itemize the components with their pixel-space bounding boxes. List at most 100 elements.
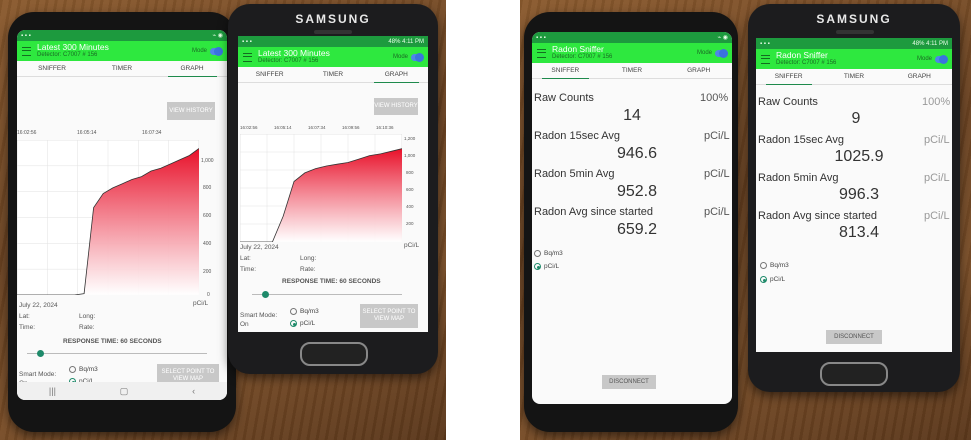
- app-bar: Radon Sniffer Detector: C7007 # 156 Mode: [532, 43, 732, 63]
- time-label: Time:: [19, 324, 36, 331]
- brand-logo: SAMSUNG: [295, 12, 371, 26]
- status-bar: ▪ ▪ ▪ ⌁ ◉: [17, 30, 227, 41]
- disconnect-button[interactable]: DISCONNECT: [602, 375, 656, 389]
- select-point-map-button[interactable]: SELECT POINT TO VIEW MAP: [360, 304, 418, 328]
- radon-area-chart: [240, 134, 402, 242]
- time-tick: 16:02:56: [240, 125, 258, 130]
- photo-sniffer-phones: ▪ ▪ ▪ ⌁ ◉ Radon Sniffer Detector: C7007 …: [520, 0, 971, 440]
- app-title: Latest 300 Minutes: [37, 42, 109, 53]
- response-time-slider[interactable]: [27, 350, 207, 357]
- mode-label: Mode: [191, 48, 207, 54]
- radio-bqm3[interactable]: Bq/m3: [534, 250, 563, 257]
- raw-counts-label: Raw Counts: [758, 96, 818, 108]
- smart-mode-label: Smart Mode:: [19, 371, 57, 378]
- avg15-label: Radon 15sec Avg: [758, 134, 845, 146]
- tab-timer[interactable]: TIMER: [599, 63, 666, 78]
- percent-label: 100%: [922, 96, 951, 108]
- tab-timer[interactable]: TIMER: [821, 69, 886, 84]
- y-tick: 400: [406, 204, 414, 209]
- menu-icon[interactable]: [22, 46, 31, 56]
- time-tick: 16:05:14: [77, 130, 97, 136]
- unit-label: pCi/L: [924, 172, 950, 184]
- menu-icon[interactable]: [537, 48, 546, 58]
- response-time-label: RESPONSE TIME: 60 SECONDS: [282, 278, 381, 285]
- tab-bar: SNIFFER TIMER GRAPH: [17, 61, 227, 77]
- y-tick: 1,000: [404, 153, 416, 158]
- avg15-value: 946.6: [616, 145, 658, 162]
- response-time-slider[interactable]: [252, 291, 402, 298]
- app-title: Radon Sniffer: [776, 50, 828, 61]
- time-tick: 16:07:34: [142, 130, 162, 136]
- avg15-value: 1025.9: [834, 148, 884, 165]
- tab-timer[interactable]: TIMER: [301, 67, 364, 82]
- smart-mode-value: On: [240, 321, 249, 328]
- avg15-label: Radon 15sec Avg: [534, 130, 621, 142]
- radio-indicator[interactable]: [290, 308, 297, 315]
- radio-indicator[interactable]: [290, 320, 297, 327]
- radio-bqm3[interactable]: Bq/m3: [69, 366, 98, 373]
- long-label: Long:: [300, 255, 317, 262]
- unit-label: pCi/L: [404, 242, 420, 249]
- tab-sniffer[interactable]: SNIFFER: [532, 63, 599, 79]
- y-tick: 0: [207, 292, 210, 298]
- phone-screen: ▪ ▪ ▪ ⌁ ◉ Radon Sniffer Detector: C7007 …: [532, 32, 732, 404]
- unit-label: pCi/L: [704, 168, 730, 180]
- radio-pcil[interactable]: pCi/L: [290, 320, 315, 327]
- radio-pcil[interactable]: pCi/L: [534, 263, 559, 270]
- slider-knob[interactable]: [37, 350, 44, 357]
- raw-counts-label: Raw Counts: [534, 92, 594, 104]
- mode-toggle[interactable]: [210, 46, 223, 56]
- app-title: Radon Sniffer: [552, 44, 604, 55]
- view-history-button[interactable]: VIEW HISTORY: [167, 102, 215, 120]
- avg-since-label: Radon Avg since started: [534, 206, 654, 218]
- tab-sniffer[interactable]: SNIFFER: [756, 69, 821, 85]
- phone-s6-graph: SAMSUNG ▪ ▪ ▪ 48% 4:11 PM Latest 300 Min…: [228, 4, 438, 374]
- avg5min-value: 952.8: [616, 183, 658, 200]
- disconnect-button[interactable]: DISCONNECT: [826, 330, 882, 344]
- tab-graph[interactable]: GRAPH: [887, 69, 952, 84]
- tab-graph[interactable]: GRAPH: [157, 61, 227, 77]
- tab-bar: SNIFFER TIMER GRAPH: [532, 63, 732, 79]
- app-subtitle: Detector: C7007 # 156: [552, 54, 613, 61]
- mode-label: Mode: [696, 50, 712, 56]
- radio-bqm3[interactable]: Bq/m3: [290, 308, 319, 315]
- menu-icon[interactable]: [761, 54, 770, 64]
- mode-label: Mode: [392, 54, 408, 60]
- mode-toggle[interactable]: [411, 52, 424, 62]
- tab-graph[interactable]: GRAPH: [365, 67, 428, 83]
- radio-indicator[interactable]: [534, 263, 541, 270]
- home-button[interactable]: [300, 342, 368, 366]
- mode-toggle[interactable]: [935, 54, 948, 64]
- radio-pcil[interactable]: pCi/L: [760, 276, 785, 283]
- tab-bar: SNIFFER TIMER GRAPH: [238, 67, 428, 83]
- tab-timer[interactable]: TIMER: [87, 61, 157, 76]
- time-tick: 16:02:56: [17, 130, 37, 136]
- status-bar: ▪ ▪ ▪ ⌁ ◉: [532, 32, 732, 43]
- view-history-button[interactable]: VIEW HISTORY: [374, 98, 418, 115]
- unit-label: pCi/L: [924, 134, 950, 146]
- radio-bqm3[interactable]: Bq/m3: [760, 262, 789, 269]
- tab-sniffer[interactable]: SNIFFER: [238, 67, 301, 82]
- home-button[interactable]: [820, 362, 888, 386]
- home-icon[interactable]: ▢: [120, 386, 129, 397]
- unit-label: pCi/L: [704, 206, 730, 218]
- y-tick: 600: [406, 187, 414, 192]
- radio-indicator[interactable]: [760, 262, 767, 269]
- radon-area-chart: [17, 140, 199, 295]
- app-bar: Latest 300 Minutes Detector: C7007 # 156…: [238, 47, 428, 67]
- menu-icon[interactable]: [243, 52, 252, 62]
- y-tick: 200: [406, 221, 414, 226]
- radio-indicator[interactable]: [534, 250, 541, 257]
- radio-indicator[interactable]: [760, 276, 767, 283]
- app-bar: Radon Sniffer Detector: C7007 # 156 Mode: [756, 49, 952, 69]
- mode-toggle[interactable]: [715, 48, 728, 58]
- tab-graph[interactable]: GRAPH: [665, 63, 732, 78]
- unit-label: pCi/L: [924, 210, 950, 222]
- recents-icon[interactable]: |||: [49, 386, 56, 396]
- tab-sniffer[interactable]: SNIFFER: [17, 61, 87, 76]
- slider-knob[interactable]: [262, 291, 269, 298]
- radio-indicator[interactable]: [69, 366, 76, 373]
- app-title: Latest 300 Minutes: [258, 48, 330, 59]
- avg5min-value: 996.3: [838, 186, 880, 203]
- back-icon[interactable]: ‹: [192, 386, 195, 396]
